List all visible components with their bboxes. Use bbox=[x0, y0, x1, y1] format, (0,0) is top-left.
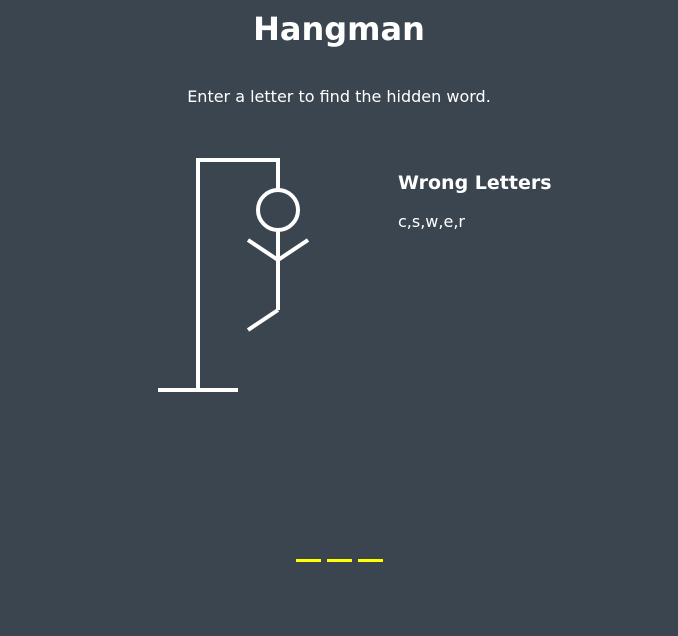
instructions-text: Enter a letter to find the hidden word. bbox=[187, 87, 491, 106]
wrong-letters-heading: Wrong Letters bbox=[398, 172, 552, 194]
game-container: Hangman Enter a letter to find the hidde… bbox=[0, 0, 678, 636]
letter-slot bbox=[295, 535, 321, 562]
hidden-word bbox=[0, 535, 678, 562]
figure-left-leg bbox=[246, 308, 280, 332]
figure-left-arm bbox=[246, 238, 280, 262]
letter-slot bbox=[357, 535, 383, 562]
figure-right-arm bbox=[276, 238, 310, 262]
letter-slot bbox=[326, 535, 352, 562]
wrong-letters-panel: Wrong Letters c,s,w,e,r bbox=[398, 171, 552, 232]
figure-head bbox=[256, 188, 300, 232]
hangman-figure bbox=[158, 158, 310, 392]
wrong-letters-list: c,s,w,e,r bbox=[398, 212, 465, 231]
page-title: Hangman bbox=[253, 10, 425, 48]
